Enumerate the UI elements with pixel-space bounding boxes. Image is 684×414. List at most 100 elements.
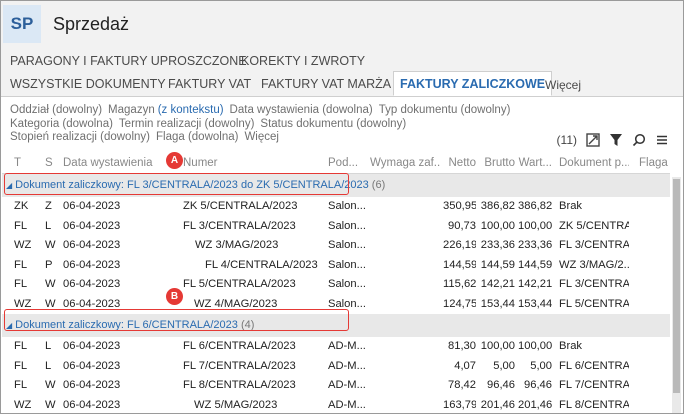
filter-typ-dokumentu[interactable]: Typ dokumentu (dowolny)	[379, 104, 511, 116]
menu-icon[interactable]	[655, 133, 669, 147]
table-row[interactable]: WZ W 06-04-2023 WZ 5/MAG/2023 AD-M... 163,79 2…	[2, 396, 670, 414]
cell-status: W	[45, 278, 56, 290]
cell-wartosc: 144,59	[518, 258, 552, 271]
tab-faktury-zaliczkowe[interactable]: FAKTURY ZALICZKOWE	[393, 71, 553, 96]
cell-pod: Salon...	[328, 258, 366, 271]
column-header-dokument[interactable]: Dokument p...	[559, 157, 629, 169]
cell-netto: 81,30	[448, 340, 476, 352]
cell-wartosc: 96,46	[524, 379, 552, 391]
cell-netto: 226,19	[443, 239, 476, 251]
column-header-brutto[interactable]: Brutto	[479, 157, 515, 169]
filter-kategoria[interactable]: Kategoria (dowolna)	[10, 118, 113, 130]
table-row[interactable]: ZK Z 06-04-2023 ZK 5/CENTRALA/2023 Salon... 3…	[2, 197, 670, 217]
filter-icon[interactable]	[609, 133, 623, 147]
table-row[interactable]: FL W 06-04-2023 FL 5/CENTRALA/2023 Salon... 1…	[2, 275, 670, 295]
tab-wszystkie-dokumenty[interactable]: WSZYSTKIE DOKUMENTY	[10, 77, 166, 91]
cell-number: WZ 4/MAG/2023	[194, 297, 278, 310]
cell-brutto: 100,00	[480, 340, 515, 352]
cell-type: WZ	[14, 297, 32, 310]
cell-date: 06-04-2023	[63, 297, 121, 310]
table-row[interactable]: FL L 06-04-2023 FL 3/CENTRALA/2023 Salon... 9…	[2, 217, 670, 237]
column-header-flaga[interactable]: Flaga	[639, 157, 669, 169]
cell-date: 06-04-2023	[63, 340, 121, 352]
grid-toolbar: (11)	[557, 132, 669, 148]
cell-brutto: 233,36	[480, 239, 515, 251]
cell-pod: AD-M...	[328, 379, 366, 391]
column-header-type[interactable]: T	[14, 157, 34, 169]
tab-faktury-vat[interactable]: FAKTURY VAT	[168, 77, 251, 91]
column-header-netto[interactable]: Netto	[443, 157, 477, 169]
cell-pod: AD-M...	[328, 398, 366, 411]
tab-wiecej[interactable]: Więcej	[545, 78, 581, 92]
filter-data-wystawienia[interactable]: Data wystawienia (dowolna)	[230, 104, 373, 116]
filter-flaga[interactable]: Flaga (dowolna)	[156, 131, 238, 143]
filter-status-dokumentu[interactable]: Status dokumentu (dowolny)	[260, 118, 406, 130]
filter-stopien-realizacji[interactable]: Stopień realizacji (dowolny)	[10, 131, 150, 143]
cell-status: L	[45, 340, 52, 352]
cell-status: Z	[45, 200, 52, 212]
cell-number: WZ 3/MAG/2023	[195, 239, 279, 251]
column-header-wartosc[interactable]: Wart...	[518, 157, 552, 169]
filter-wiecej[interactable]: Więcej	[244, 131, 279, 143]
cell-dokument: Brak	[559, 200, 583, 212]
cell-dokument: WZ 3/MAG/2...	[559, 258, 629, 271]
cell-wartosc: 5,00	[530, 359, 552, 372]
cell-pod: Salon...	[328, 200, 366, 212]
table-row[interactable]: FL P 06-04-2023 FL 4/CENTRALA/2023 Salon... 1…	[2, 256, 670, 276]
filter-oddzial[interactable]: Oddział (dowolny)	[10, 104, 102, 116]
cell-brutto: 142,21	[480, 278, 515, 290]
table-row[interactable]: FL W 06-04-2023 FL 8/CENTRALA/2023 AD-M... 78…	[2, 376, 670, 396]
callout-badge-a: A	[166, 152, 183, 169]
tab-korekty[interactable]: KOREKTY I ZWROTY	[241, 54, 365, 68]
title-bar: SP Sprzedaż	[1, 1, 683, 49]
cell-brutto: 96,46	[487, 379, 515, 391]
cell-type: FL	[14, 359, 28, 372]
cell-wartosc: 100,00	[518, 219, 552, 232]
filter-magazyn[interactable]: Magazyn (z kontekstu)	[108, 104, 224, 116]
table-row[interactable]: WZ W 06-04-2023 WZ 3/MAG/2023 Salon... 226,19…	[2, 236, 670, 256]
table-row[interactable]: FL L 06-04-2023 FL 7/CENTRALA/2023 AD-M... 4,…	[2, 357, 670, 377]
callout-badge-b: B	[166, 288, 183, 305]
scrollbar-thumb[interactable]	[673, 179, 680, 393]
cell-pod: Salon...	[328, 239, 366, 251]
tab-paragony[interactable]: PARAGONY I FAKTURY UPROSZCZONE	[10, 54, 247, 68]
cell-number: FL 5/CENTRALA/2023	[183, 278, 296, 290]
cell-netto: 144,59	[443, 258, 476, 271]
app-logo: SP	[3, 5, 41, 43]
callout-box-b	[4, 309, 349, 331]
filter-bar: Oddział (dowolny) Magazyn (z kontekstu) Dat…	[10, 104, 550, 145]
column-header-status[interactable]: S	[45, 157, 59, 169]
cell-date: 06-04-2023	[63, 258, 121, 271]
search-icon[interactable]	[632, 133, 646, 147]
cell-date: 06-04-2023	[63, 278, 121, 290]
cell-netto: 90,73	[448, 219, 476, 232]
table-row[interactable]: FL L 06-04-2023 FL 6/CENTRALA/2023 AD-M... 81…	[2, 337, 670, 357]
filter-termin-realizacji[interactable]: Termin realizacji (dowolny)	[119, 118, 254, 130]
cell-number: FL 8/CENTRALA/2023	[183, 379, 296, 391]
cell-type: FL	[14, 379, 28, 391]
column-header-wymaga[interactable]: Wymaga zaf...	[370, 157, 440, 169]
cell-number: FL 3/CENTRALA/2023	[183, 219, 296, 232]
cell-dokument: FL 3/CENTRA...	[559, 278, 629, 290]
cell-dokument: FL 7/CENTRA...	[559, 379, 629, 391]
vertical-scrollbar[interactable]	[672, 177, 681, 413]
column-header-pod[interactable]: Pod...	[328, 157, 366, 169]
tab-faktury-vat-marza[interactable]: FAKTURY VAT MARŻA	[261, 77, 391, 91]
column-header-date[interactable]: Data wystawienia	[63, 157, 173, 169]
callout-box-a	[4, 173, 349, 195]
column-header-number[interactable]: Numer	[183, 157, 323, 169]
cell-pod: AD-M...	[328, 359, 366, 372]
app-window: SP Sprzedaż PARAGONY I FAKTURY UPROSZCZO…	[0, 0, 684, 414]
export-icon[interactable]	[586, 133, 600, 147]
cell-brutto: 144,59	[480, 258, 515, 271]
cell-date: 06-04-2023	[63, 379, 121, 391]
page-title: Sprzedaż	[53, 14, 130, 34]
cell-status: P	[45, 258, 53, 271]
cell-dokument: FL 5/CENTRA...	[559, 297, 629, 310]
cell-wartosc: 153,44	[518, 297, 552, 310]
grid-body: ◢ Dokument zaliczkowy: FL 3/CENTRALA/2023…	[2, 174, 670, 414]
cell-netto: 163,79	[443, 398, 476, 411]
cell-number: FL 6/CENTRALA/2023	[183, 340, 296, 352]
cell-type: FL	[14, 278, 28, 290]
cell-status: L	[45, 219, 52, 232]
